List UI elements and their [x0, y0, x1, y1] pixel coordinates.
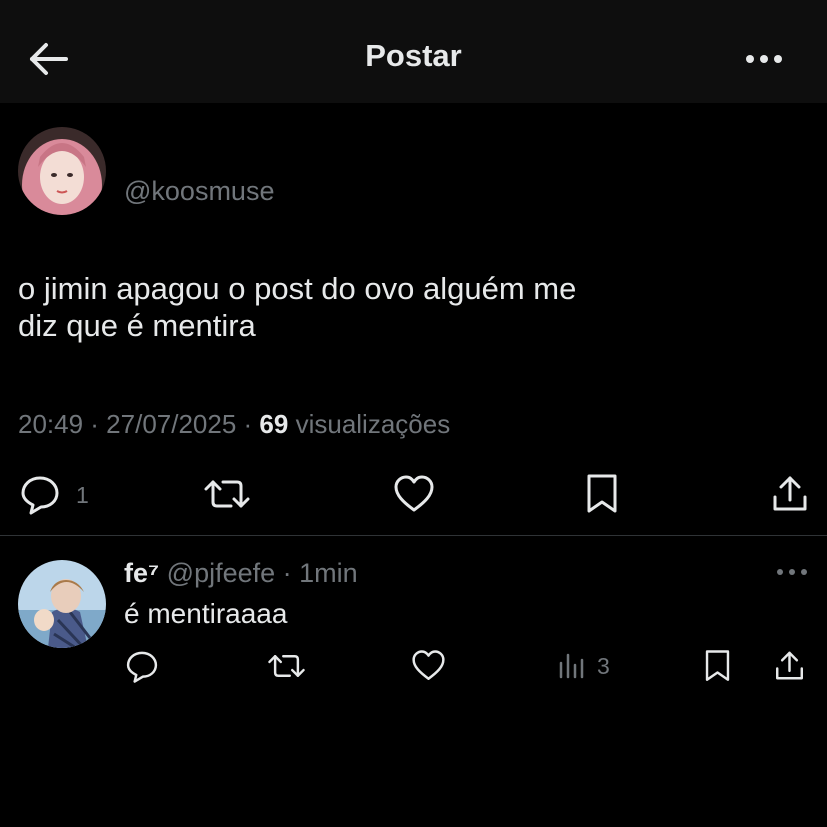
reply-author-name[interactable]: fe⁷	[124, 558, 159, 588]
repost-icon[interactable]	[203, 472, 251, 521]
reply-bookmark-icon[interactable]	[703, 648, 732, 689]
reply-author-handle[interactable]: @pjfeefe	[167, 558, 275, 588]
post-text-line: diz que é mentira	[18, 308, 256, 343]
share-icon[interactable]	[770, 472, 810, 521]
reply-views-icon[interactable]	[558, 651, 588, 684]
top-bar: Postar	[0, 0, 827, 103]
reply-view-count: 3	[597, 653, 610, 679]
reply-repost-icon[interactable]	[267, 648, 306, 689]
reply-share-icon[interactable]	[773, 648, 806, 689]
reply-text: é mentiraaaa	[124, 598, 288, 629]
post-timestamp: 20:49 · 27/07/2025 ·	[18, 409, 253, 439]
like-icon[interactable]	[393, 474, 435, 519]
author-handle[interactable]: @koosmuse	[124, 176, 274, 207]
bookmark-icon[interactable]	[584, 472, 620, 521]
reply-like-icon[interactable]	[411, 649, 446, 687]
post-text-line: o jimin apagou o post do ovo alguém me	[18, 271, 577, 306]
reply-icon[interactable]	[18, 472, 62, 521]
post-text: o jimin apagou o post do ovo alguém me d…	[18, 270, 718, 344]
more-options-icon[interactable]	[740, 44, 790, 74]
view-count: 69	[259, 409, 289, 439]
post-metadata: 20:49 · 27/07/2025 · 69 visualizações	[18, 409, 450, 440]
page-title: Postar	[365, 38, 462, 73]
views-label: visualizações	[295, 409, 451, 439]
reply-more-options-icon[interactable]	[774, 560, 810, 589]
divider	[0, 535, 827, 536]
reply-timestamp: · 1min	[282, 558, 358, 588]
author-avatar[interactable]	[18, 127, 106, 215]
reply-count: 1	[76, 482, 89, 508]
reply-header: fe⁷ @pjfeefe · 1min	[124, 558, 358, 589]
reply-author-avatar[interactable]	[18, 560, 106, 648]
reply-reply-icon[interactable]	[124, 648, 160, 689]
